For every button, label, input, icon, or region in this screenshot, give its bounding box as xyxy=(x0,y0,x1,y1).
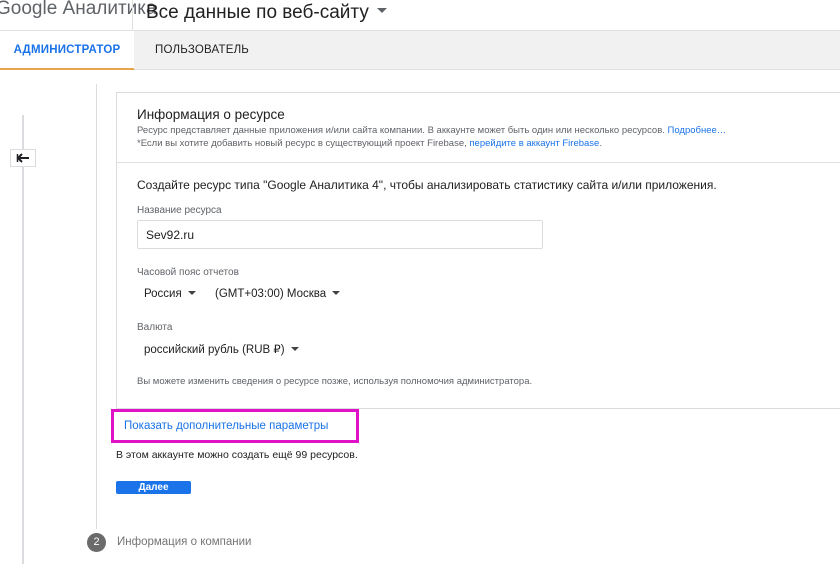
tab-bar: АДМИНИСТРАТОР ПОЛЬЗОВАТЕЛЬ xyxy=(0,31,840,70)
back-arrow-icon xyxy=(16,153,29,163)
dropdown-caret-icon xyxy=(290,346,299,351)
account-name: Все данные по веб-сайту xyxy=(146,2,369,23)
timezone-value: (GMT+03:00) Москва xyxy=(215,288,327,300)
description-text: Ресурс представляет данные приложения и/… xyxy=(137,125,665,136)
left-rail xyxy=(22,115,24,564)
step-2-label[interactable]: Информация о компании xyxy=(117,536,251,548)
firebase-note-tail: . xyxy=(599,138,602,149)
top-bar: Google Аналитика Все данные по веб-сайту xyxy=(0,0,840,31)
app-brand: Google Аналитика xyxy=(0,0,157,19)
back-button[interactable] xyxy=(10,149,36,167)
country-dropdown[interactable]: Россия xyxy=(144,288,196,300)
tab-admin[interactable]: АДМИНИСТРАТОР xyxy=(0,31,134,70)
admin-note: Вы можете изменить сведения о ресурсе по… xyxy=(137,376,533,387)
currency-label: Валюта xyxy=(137,322,173,333)
advanced-options-label: Показать дополнительные параметры xyxy=(124,420,329,432)
country-value: Россия xyxy=(144,288,182,300)
firebase-link[interactable]: перейдите в аккаунт Firebase xyxy=(469,138,599,149)
dropdown-caret-icon xyxy=(332,290,341,295)
step-connector xyxy=(96,84,97,529)
chevron-down-icon xyxy=(376,8,387,14)
resource-card: Информация о ресурсе Ресурс представляет… xyxy=(116,92,840,409)
currency-dropdown[interactable]: российский рубль (RUB ₽) xyxy=(144,342,299,356)
show-advanced-options-link[interactable]: Показать дополнительные параметры xyxy=(111,409,359,443)
resource-name-input[interactable] xyxy=(137,220,543,249)
timezone-label: Часовой пояс отчетов xyxy=(137,267,239,278)
form-intro: Создайте ресурс типа "Google Аналитика 4… xyxy=(137,178,717,192)
tab-user[interactable]: ПОЛЬЗОВАТЕЛЬ xyxy=(155,31,249,70)
card-header: Информация о ресурсе Ресурс представляет… xyxy=(117,93,840,163)
divider xyxy=(132,0,133,31)
firebase-note-text: *Если вы хотите добавить новый ресурс в … xyxy=(137,138,467,149)
timezone-dropdown[interactable]: (GMT+03:00) Москва xyxy=(215,288,341,300)
account-selector[interactable]: Все данные по веб-сайту xyxy=(146,2,387,24)
card-description: Ресурс представляет данные приложения и/… xyxy=(137,125,726,136)
firebase-note: *Если вы хотите добавить новый ресурс в … xyxy=(137,138,602,149)
dropdown-caret-icon xyxy=(187,290,196,295)
step-number-badge: 2 xyxy=(87,533,106,552)
resource-name-label: Название ресурса xyxy=(137,205,222,216)
learn-more-link[interactable]: Подробнее… xyxy=(668,125,727,136)
next-button[interactable]: Далее xyxy=(116,481,191,494)
currency-value: российский рубль (RUB ₽) xyxy=(144,344,285,356)
card-title: Информация о ресурсе xyxy=(137,107,285,122)
resource-quota-text: В этом аккаунте можно создать ещё 99 рес… xyxy=(116,449,358,461)
